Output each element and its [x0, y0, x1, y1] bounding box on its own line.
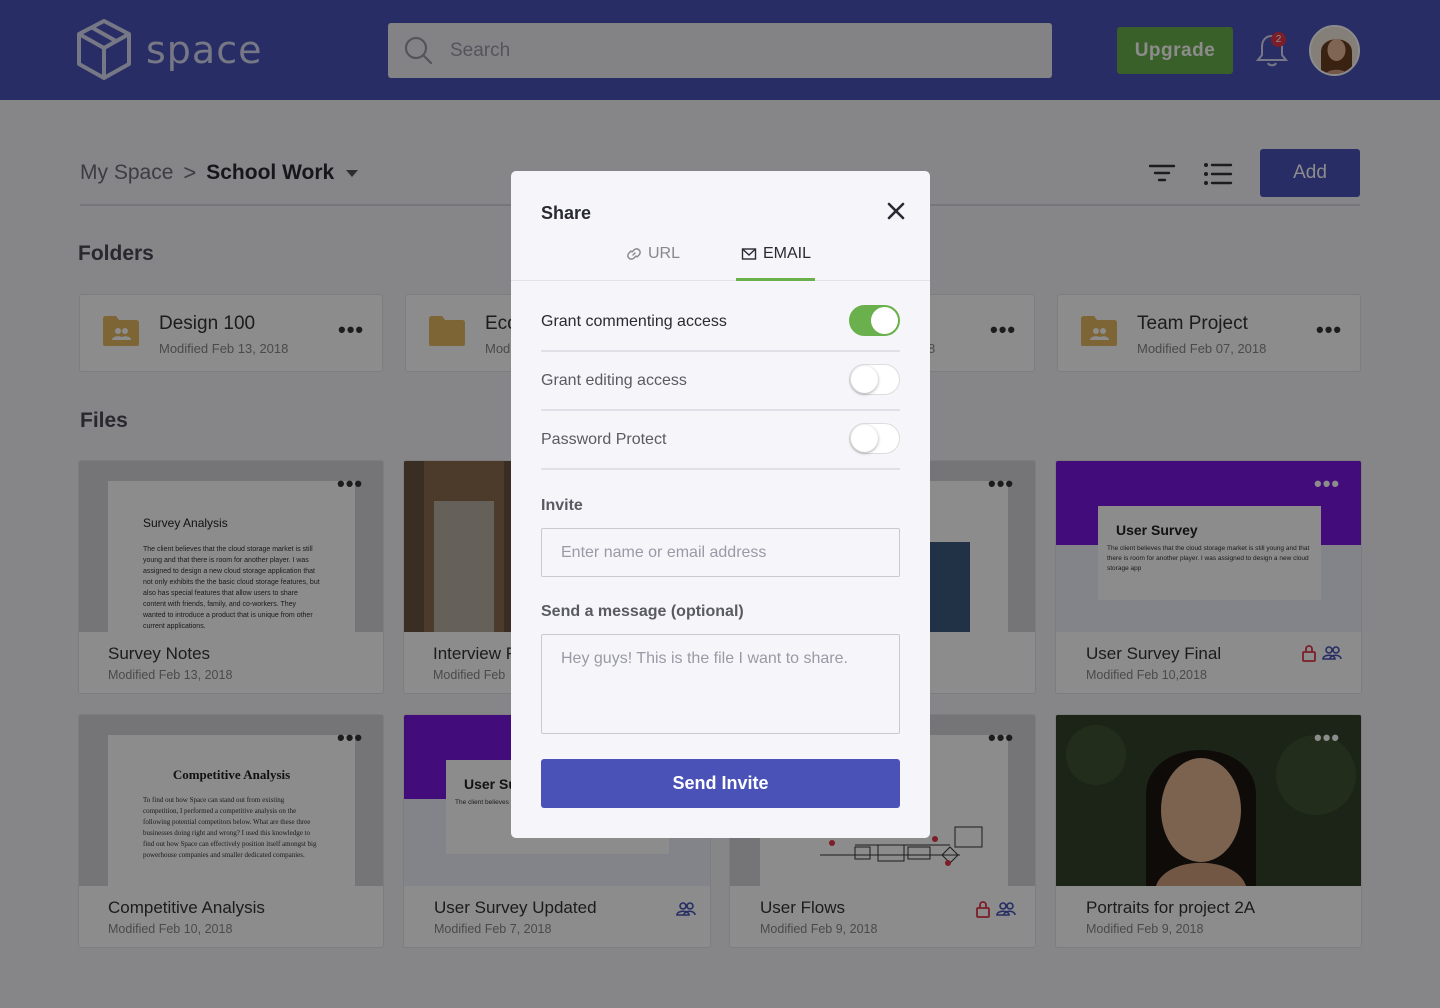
close-icon[interactable]	[885, 200, 907, 222]
tab-email[interactable]: EMAIL	[741, 245, 811, 263]
commenting-access-toggle[interactable]	[849, 305, 900, 336]
link-icon	[627, 248, 641, 260]
message-label: Send a message (optional)	[541, 603, 744, 620]
active-tab-indicator	[736, 278, 815, 281]
send-invite-button[interactable]: Send Invite	[541, 759, 900, 808]
invite-label: Invite	[541, 497, 583, 514]
tab-url-label: URL	[648, 245, 681, 262]
option-label: Password Protect	[541, 431, 667, 448]
option-row-editing: Grant editing access	[541, 352, 900, 411]
tab-url[interactable]: URL	[626, 245, 680, 263]
toggle-knob	[871, 307, 898, 334]
option-label: Grant editing access	[541, 372, 687, 389]
toggle-knob	[851, 425, 878, 452]
editing-access-toggle[interactable]	[849, 364, 900, 395]
tab-email-label: EMAIL	[763, 245, 812, 262]
tab-divider	[511, 280, 930, 281]
invite-input[interactable]	[541, 528, 900, 577]
option-row-password: Password Protect	[541, 411, 900, 470]
mail-icon	[741, 248, 757, 260]
option-label: Grant commenting access	[541, 313, 727, 330]
option-row-commenting: Grant commenting access	[541, 293, 900, 352]
toggle-knob	[851, 366, 878, 393]
message-textarea[interactable]	[541, 634, 900, 734]
share-dialog: Share URL EMAIL Grant commenting access …	[511, 171, 930, 838]
password-protect-toggle[interactable]	[849, 423, 900, 454]
dialog-title: Share	[541, 203, 592, 223]
